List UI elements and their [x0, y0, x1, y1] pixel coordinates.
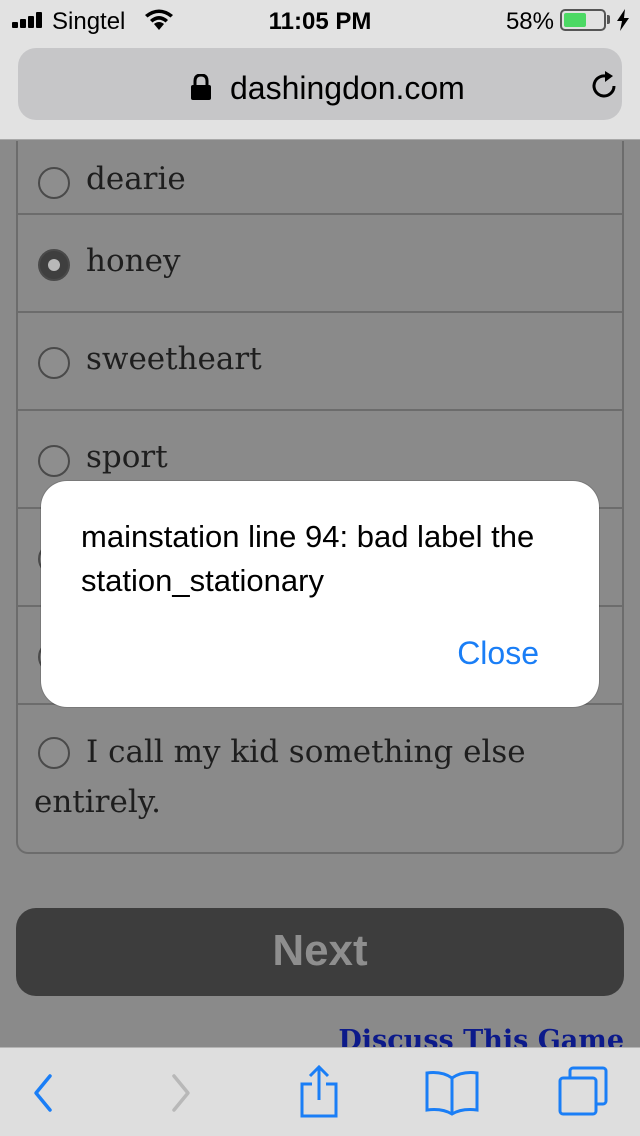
choice-label: honey — [86, 243, 181, 279]
discuss-game-link[interactable]: Discuss This Game — [338, 1025, 624, 1047]
radio-button[interactable] — [38, 167, 70, 199]
bookmarks-icon[interactable] — [424, 1070, 480, 1116]
charging-bolt-icon — [617, 9, 629, 31]
battery-percent: 58% — [505, 8, 554, 35]
choice-label: sport — [86, 439, 168, 475]
reload-icon[interactable] — [588, 70, 620, 102]
radio-button[interactable] — [38, 249, 70, 281]
dialog-message: mainstation line 94: bad label the stati… — [81, 519, 535, 598]
battery-tip — [607, 15, 610, 24]
choice-option[interactable]: dearie — [18, 141, 622, 215]
forward-icon[interactable] — [168, 1072, 194, 1114]
tabs-icon[interactable] — [558, 1066, 608, 1116]
choice-label: I call my kid something else entirely. — [34, 734, 526, 820]
browser-header: dashingdon.com — [0, 40, 640, 140]
choice-label: dearie — [86, 161, 186, 197]
choice-label: sweetheart — [86, 341, 262, 377]
choice-option[interactable]: honey — [18, 215, 622, 313]
url-text: dashingdon.com — [230, 70, 465, 106]
battery-icon — [560, 9, 606, 31]
alert-dialog: mainstation line 94: bad label the stati… — [41, 481, 599, 707]
share-icon[interactable] — [298, 1064, 340, 1118]
lock-icon — [191, 74, 211, 100]
battery-level — [564, 13, 587, 27]
browser-toolbar — [0, 1047, 640, 1136]
back-icon[interactable] — [30, 1072, 56, 1114]
next-button[interactable]: Next — [16, 908, 624, 996]
radio-button[interactable] — [38, 347, 70, 379]
choice-option[interactable]: I call my kid something else entirely. — [18, 705, 622, 852]
next-button-label: Next — [272, 926, 368, 975]
address-bar[interactable]: dashingdon.com — [18, 48, 622, 120]
close-button[interactable]: Close — [457, 635, 539, 672]
status-bar: Singtel 11:05 PM 58% — [0, 0, 640, 40]
radio-button[interactable] — [38, 445, 70, 477]
choice-option[interactable]: sweetheart — [18, 313, 622, 411]
